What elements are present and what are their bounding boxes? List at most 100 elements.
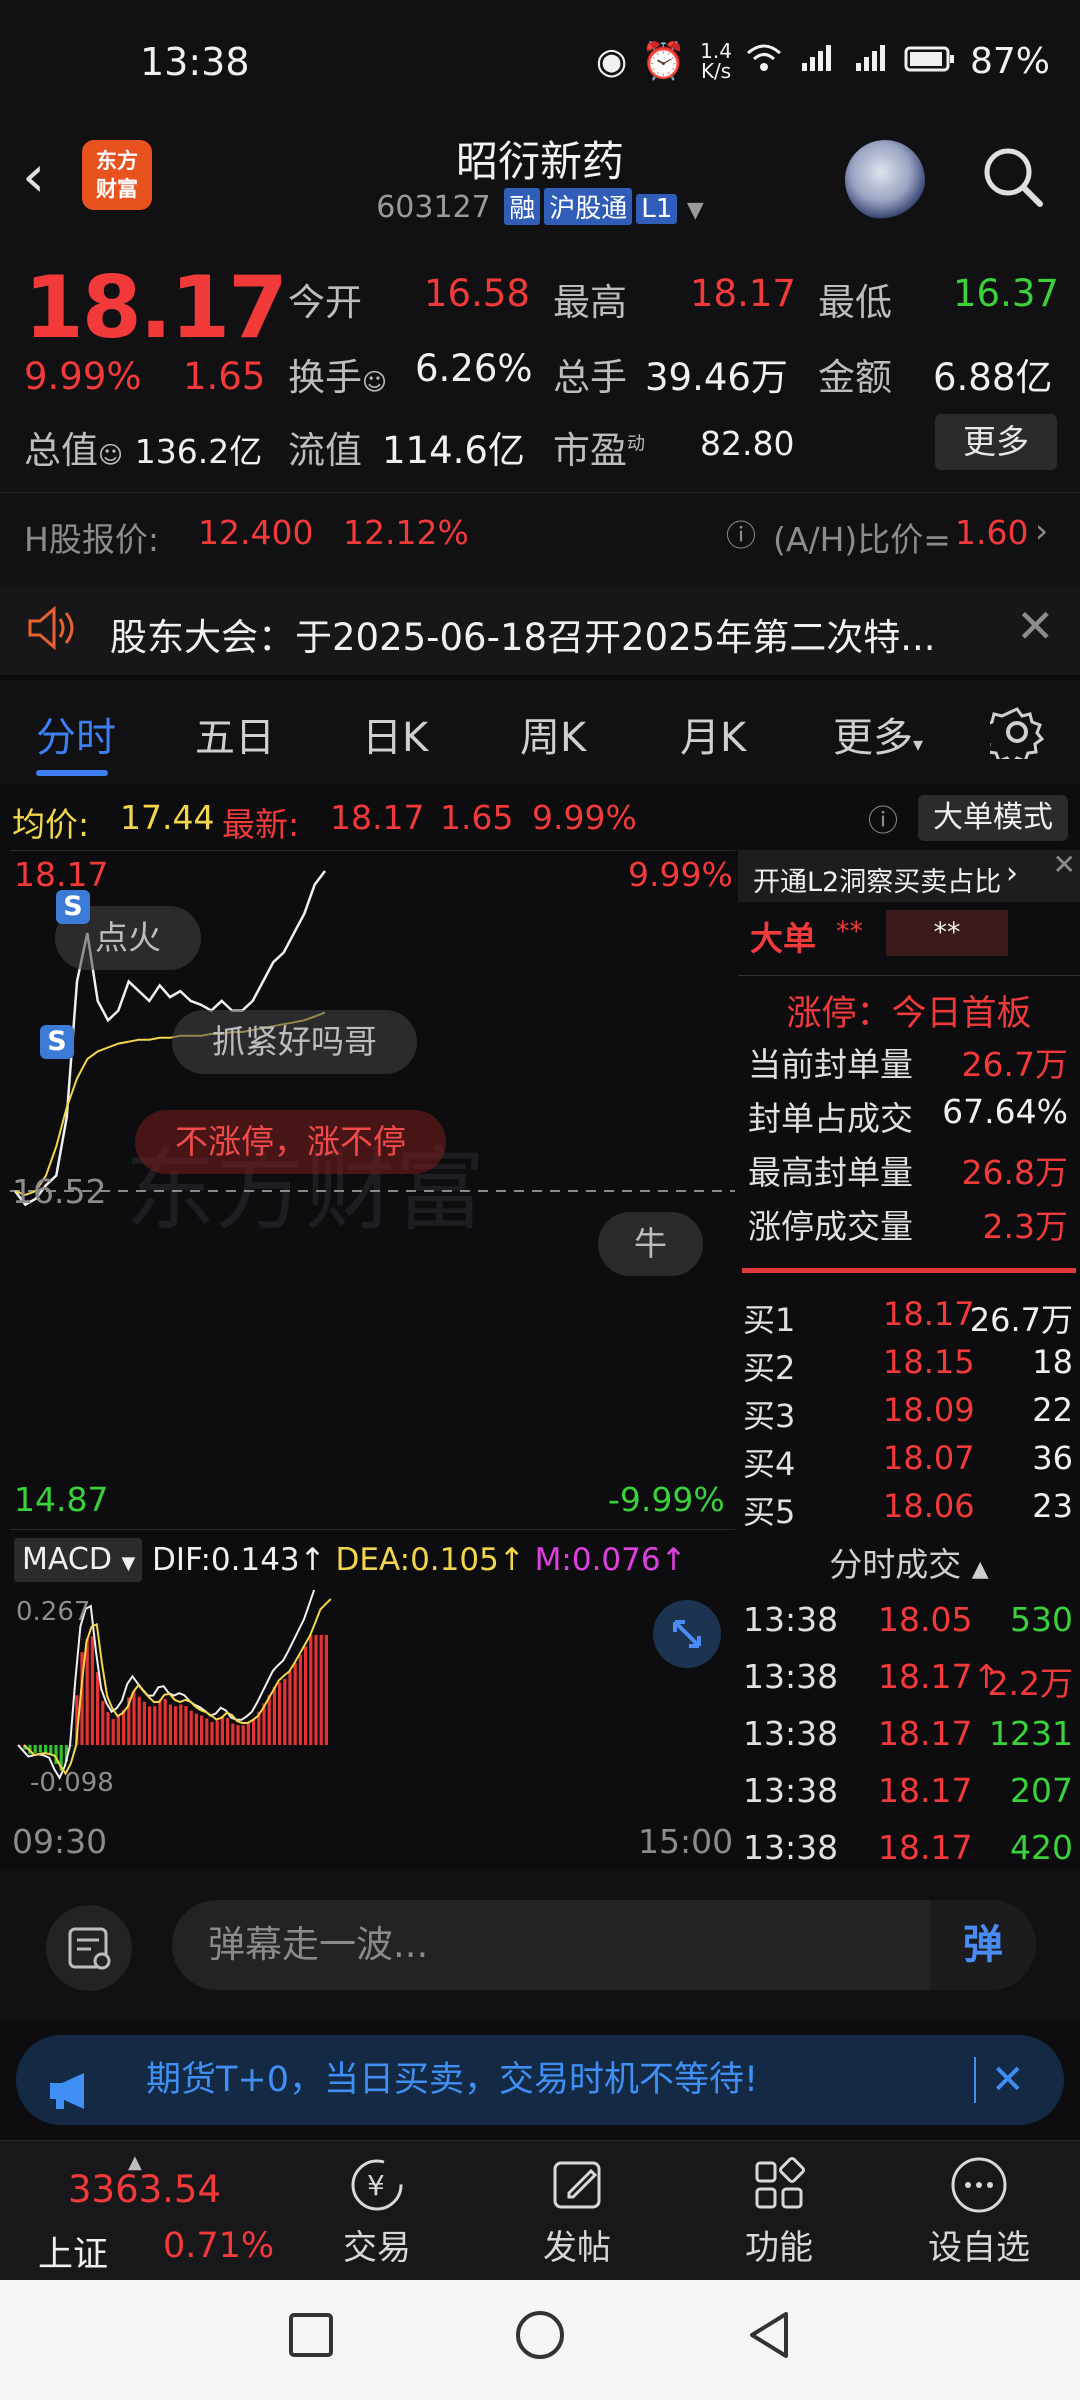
back-nav-icon[interactable]	[742, 2308, 796, 2366]
home-icon[interactable]	[513, 2308, 567, 2366]
amount-label: 金额	[818, 356, 892, 399]
tab-intraday[interactable]: 分时	[36, 705, 116, 763]
bid-row: 买1 18.17 26.7万	[743, 1295, 1073, 1341]
signal-4g-icon	[850, 41, 890, 82]
big-order-value1: **	[836, 916, 863, 947]
macd-bar	[153, 1706, 157, 1745]
danmu-input[interactable]: 弹幕走一波...	[172, 1900, 1036, 1990]
bid-volume: 18	[1032, 1343, 1073, 1381]
m-value: 0.076	[571, 1542, 661, 1578]
tab-5day[interactable]: 五日	[195, 705, 275, 763]
big-order-mode-button[interactable]: 大单模式	[918, 795, 1068, 841]
macd-bar	[293, 1663, 297, 1745]
tick-row: 13:38 18.17 207	[743, 1771, 1073, 1827]
max-seal-label: 最高封单量	[748, 1153, 913, 1192]
info-icon[interactable]: ☺	[98, 441, 123, 469]
latest-value: 18.17	[330, 798, 425, 837]
danmu-bubble[interactable]: 抓紧好吗哥	[172, 1010, 417, 1074]
macd-bar	[132, 1691, 136, 1745]
tick-trade-list[interactable]: 分时成交 ▲ 13:38 18.05 530 13:38 18.17↑ 2.2万 13:…	[738, 1530, 1080, 1870]
macd-panel[interactable]: MACD ▼ DIF:0.143↑ DEA:0.105↑ M:0.076↑ 0.…	[10, 1530, 735, 1870]
macd-bar	[210, 1722, 214, 1745]
close-icon[interactable]: ✕	[991, 2035, 1025, 2125]
tick-price: 18.17↑	[878, 1657, 1001, 1696]
recent-apps-icon[interactable]	[286, 2310, 336, 2364]
signal-5g-icon	[796, 41, 836, 82]
sell-signal-marker[interactable]: S	[40, 1025, 74, 1059]
tab-monthly-k[interactable]: 月K	[680, 705, 746, 763]
nav-post-label: 发帖	[543, 2228, 611, 2268]
macd-bar	[314, 1635, 318, 1745]
limit-up-title: 涨停：今日首板	[786, 994, 1032, 1034]
macd-bar	[205, 1718, 209, 1745]
nav-watchlist[interactable]: 设自选	[914, 2150, 1044, 2269]
bid-level: 买5	[743, 1493, 796, 1531]
arrow-up-icon: ↑	[498, 1542, 525, 1578]
tab-more[interactable]: 更多▾	[833, 705, 923, 763]
tick-row: 13:38 18.17↑ 2.2万	[743, 1657, 1073, 1713]
macd-bar	[174, 1706, 178, 1745]
ad-banner[interactable]: 期货T+0，当日买卖，交易时机不等待! ✕	[16, 2035, 1064, 2125]
tab-weekly-k[interactable]: 周K	[520, 705, 586, 763]
tick-row: 13:38 18.05 530	[743, 1600, 1073, 1656]
pe-sup: 动	[627, 433, 645, 455]
tab-more-label: 更多	[833, 715, 913, 761]
status-clock: 13:38	[140, 40, 250, 84]
macd-bar	[298, 1654, 302, 1745]
index-value: 3363.54	[68, 2168, 222, 2211]
status-icons: ◉ ⏰ 1.4 K/s 87%	[596, 40, 1050, 83]
ad-text: 期货T+0，当日买卖，交易时机不等待!	[146, 2060, 759, 2100]
h-share-price: 12.400	[198, 513, 314, 552]
bid-price: 18.09	[883, 1391, 975, 1429]
danmu-send-button[interactable]: 弹	[930, 1900, 1036, 1990]
more-button[interactable]: 更多	[935, 414, 1057, 470]
danmu-bubble-highlight[interactable]: 不涨停，涨不停	[135, 1110, 446, 1174]
macd-bar	[85, 1638, 89, 1745]
assistant-robot-icon[interactable]	[845, 140, 925, 220]
help-icon[interactable]: ⓘ	[868, 796, 898, 840]
close-icon[interactable]: ✕	[1053, 848, 1076, 881]
l2-promo-text: 开通L2洞察买卖占比	[753, 867, 1002, 898]
macd-bar	[137, 1696, 141, 1745]
open-value: 16.58	[424, 272, 530, 315]
macd-values: DIF:0.143↑ DEA:0.105↑ M:0.076↑	[152, 1542, 687, 1578]
bid-row: 买4 18.07 36	[743, 1439, 1073, 1485]
battery-percent: 87%	[969, 40, 1050, 82]
macd-bar	[220, 1715, 224, 1745]
notice-bar[interactable]: 股东大会：于2025-06-18召开2025年第二次特... ✕	[0, 585, 1080, 675]
tick-volume: 2.2万	[987, 1664, 1073, 1703]
grid-icon	[714, 2150, 844, 2220]
tick-price: 18.17	[878, 1714, 973, 1753]
nav-trade[interactable]: ¥ 交易	[312, 2150, 442, 2269]
max-seal-value: 26.8万	[961, 1153, 1068, 1192]
expand-icon[interactable]	[653, 1600, 721, 1668]
bid-volume: 23	[1032, 1487, 1073, 1525]
nav-functions[interactable]: 功能	[714, 2150, 844, 2269]
tag-level: L1	[636, 194, 678, 224]
help-icon[interactable]: ⓘ	[726, 511, 756, 555]
pe-value: 82.80	[700, 424, 795, 463]
h-share-row[interactable]: H股报价: 12.400 12.12% ⓘ (A/H)比价= 1.60 ›	[0, 495, 1080, 565]
tick-list-title[interactable]: 分时成交 ▲	[738, 1538, 1080, 1586]
chart-top-price: 18.17	[14, 855, 109, 894]
indicator-select[interactable]: MACD ▼	[14, 1538, 142, 1582]
macd-bar	[324, 1635, 328, 1745]
close-icon[interactable]: ✕	[1016, 599, 1055, 653]
buy-sell-ratio-bar	[742, 1268, 1076, 1273]
total-value-row: 总值☺ 136.2亿	[24, 420, 262, 474]
danmu-settings-icon[interactable]	[46, 1905, 132, 1991]
settings-gear-icon[interactable]	[979, 705, 1045, 767]
l2-promo[interactable]: 开通L2洞察买卖占比 ›	[738, 850, 1080, 902]
danmu-bubble[interactable]: 牛	[598, 1212, 703, 1276]
macd-bar	[194, 1713, 198, 1745]
bid-price: 18.17	[883, 1295, 975, 1333]
info-icon[interactable]: ☺	[362, 368, 387, 396]
sell-signal-marker[interactable]: S	[56, 890, 90, 924]
index-ticker[interactable]: ▲ 3363.54 上证 0.71%	[0, 2150, 280, 2275]
chart-start-time: 09:30	[12, 1822, 108, 1861]
nav-post[interactable]: 发帖	[512, 2150, 642, 2269]
tick-volume: 420	[1010, 1828, 1073, 1867]
tab-daily-k[interactable]: 日K	[362, 705, 428, 763]
search-icon[interactable]	[980, 144, 1046, 210]
nav-trade-label: 交易	[343, 2228, 411, 2268]
